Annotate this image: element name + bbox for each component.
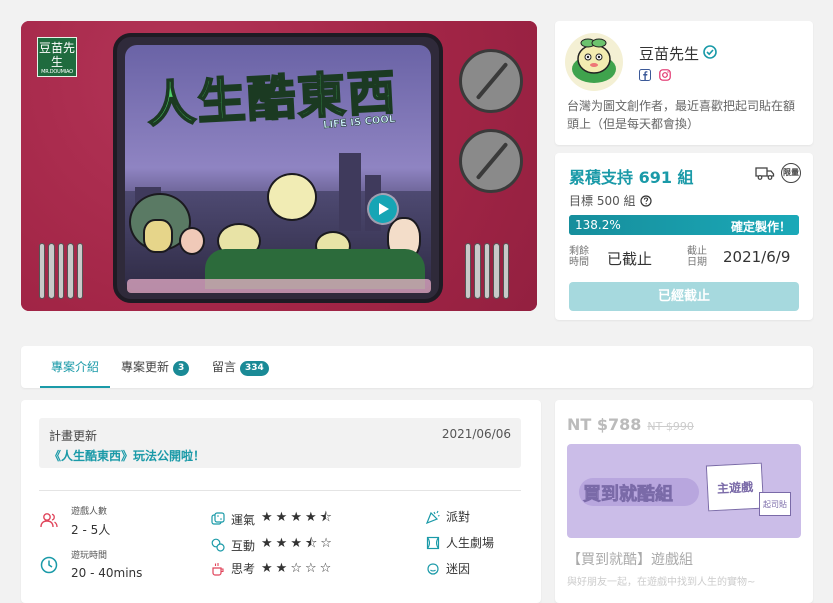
tag-party-label: 派對 [446,510,471,524]
creator-description: 台灣为圖文創作者，最近喜歡把起司貼在額頭上（但是每天都會換） [567,99,796,131]
play-icon [379,203,389,215]
character [179,227,205,255]
cover-illustration: 人生酷東西 LIFE IS COOL [125,45,431,291]
screen-glow [127,279,431,293]
update-label: 計畫更新 [49,429,98,443]
reward-original-price: NT $990 [647,420,694,433]
limited-badge-icon: 限量 [781,163,801,183]
players-label: 遊戲人數 [71,507,108,517]
tag-meme: 迷因 [426,560,470,577]
project-tabs: 專案介紹 專案更新 3 留言 334 [21,346,813,388]
play-video-button[interactable] [369,195,397,223]
meme-face-icon [427,562,439,575]
progress-percent: 138.2% [575,218,621,232]
deadline-label: 截止日期 [687,246,707,268]
attr-interaction: 互動 ★★★⯪☆ [211,534,335,556]
confirmed-text: 確定製作！ [730,220,791,234]
luck-rating-stars: ★★★★⯪ [261,510,335,525]
tab-updates-label: 專案更新 [121,360,170,374]
remaining-label: 剩餘時間 [569,246,589,268]
facebook-icon[interactable] [639,69,651,81]
time-value: 20 - 40mins [71,566,143,580]
tag-meme-label: 迷因 [446,562,471,576]
backers-total: 累積支持 691 組 [569,168,694,187]
funding-badges: 限量 [755,163,801,183]
delivery-truck-icon [755,167,775,180]
deadline-value: 2021/6/9 [723,248,791,266]
coffee-icon [212,562,224,576]
building [339,153,361,231]
project-cover-image[interactable]: 豆苗先生 MR.DOUMIAO 人生酷東西 LIFE IS COOL [21,21,537,311]
creator-name[interactable]: 豆苗先生 [639,43,699,64]
tab-comments-label: 留言 [212,360,237,374]
reward-box-illustration: 主遊戲 [705,462,765,512]
reward-title: 【買到就酷】遊戲組 [567,552,693,568]
attr-thinking: 思考 ★★☆☆☆ [211,560,334,577]
tab-intro-label: 專案介紹 [50,360,99,374]
divider [39,490,521,491]
tv-knob [459,129,523,193]
verified-check-icon [703,45,717,59]
chat-icon [211,538,225,552]
reward-image[interactable]: 買到就酷組 主遊戲 起司貼 [567,444,801,538]
dice-icon [211,512,225,525]
attr-interaction-label: 互動 [231,538,256,553]
reward-sticker-illustration: 起司貼 [759,492,791,516]
tv-screen: 人生酷東西 LIFE IS COOL [113,33,443,303]
attr-luck: 運氣 ★★★★⯪ [211,508,335,530]
funding-progress-bar: 138.2% 確定製作！ [569,215,799,235]
creator-card: 豆苗先生 台灣为圖文創作者，最近喜歡把起司貼在額頭上（但是每天都會換） [555,21,813,145]
goal-label: 目標 500 組 [569,194,636,208]
tv-speaker-right [461,239,513,303]
goal-row: 目標 500 組 [569,192,652,209]
party-icon [426,510,440,524]
thinking-rating-stars: ★★☆☆☆ [261,561,335,576]
tv-speaker-left [35,239,87,303]
tag-life-drama-label: 人生劇場 [446,536,495,550]
instagram-icon[interactable] [659,69,671,81]
reward-price: NT $788 NT $990 [567,415,694,434]
tag-party: 派對 [426,508,470,525]
updates-count-badge: 3 [173,361,190,376]
brand-logo: 豆苗先生 MR.DOUMIAO [37,37,77,77]
funding-card: 累積支持 691 組 限量 目標 500 組 138.2% 確定製作！ 剩餘時間… [555,153,813,320]
latest-update[interactable]: 計畫更新 2021/06/06 《人生酷東西》玩法公開啦！ [39,418,521,468]
tab-updates[interactable]: 專案更新 3 [121,346,190,388]
update-date: 2021/06/06 [441,427,511,441]
reward-card[interactable]: NT $788 NT $990 買到就酷組 主遊戲 起司貼 【買到就酷】遊戲組 與… [555,400,813,603]
tab-intro[interactable]: 專案介紹 [40,346,110,388]
players-icon [40,513,58,528]
clock-icon [40,556,58,574]
tag-life-drama: 人生劇場 [426,534,494,551]
reward-image-text: 買到就酷組 [583,484,674,506]
comments-count-badge: 334 [240,361,269,376]
remaining-value: 已截止 [607,250,653,268]
update-title[interactable]: 《人生酷東西》玩法公開啦！ [49,447,205,464]
time-label: 遊玩時間 [71,551,108,561]
attr-thinking-label: 思考 [231,562,256,576]
project-content: 計畫更新 2021/06/06 《人生酷東西》玩法公開啦！ 遊戲人數 2 - 5… [21,400,541,603]
tv-knob [459,49,523,113]
reward-price-value: NT $788 [567,415,642,434]
ended-button[interactable]: 已經截止 [569,282,799,311]
character [143,219,173,253]
bean-character-main [267,173,317,221]
tab-comments[interactable]: 留言 334 [212,346,269,388]
players-value: 2 - 5人 [71,523,111,537]
attr-luck-label: 運氣 [231,512,256,527]
theater-icon [426,536,440,549]
social-links [639,69,671,81]
creator-avatar[interactable] [565,33,623,91]
question-icon[interactable] [639,194,652,207]
reward-description: 與好朋友一起，在遊戲中找到人生的實物~ [567,577,756,588]
interaction-rating-stars: ★★★⯪☆ [261,536,335,551]
